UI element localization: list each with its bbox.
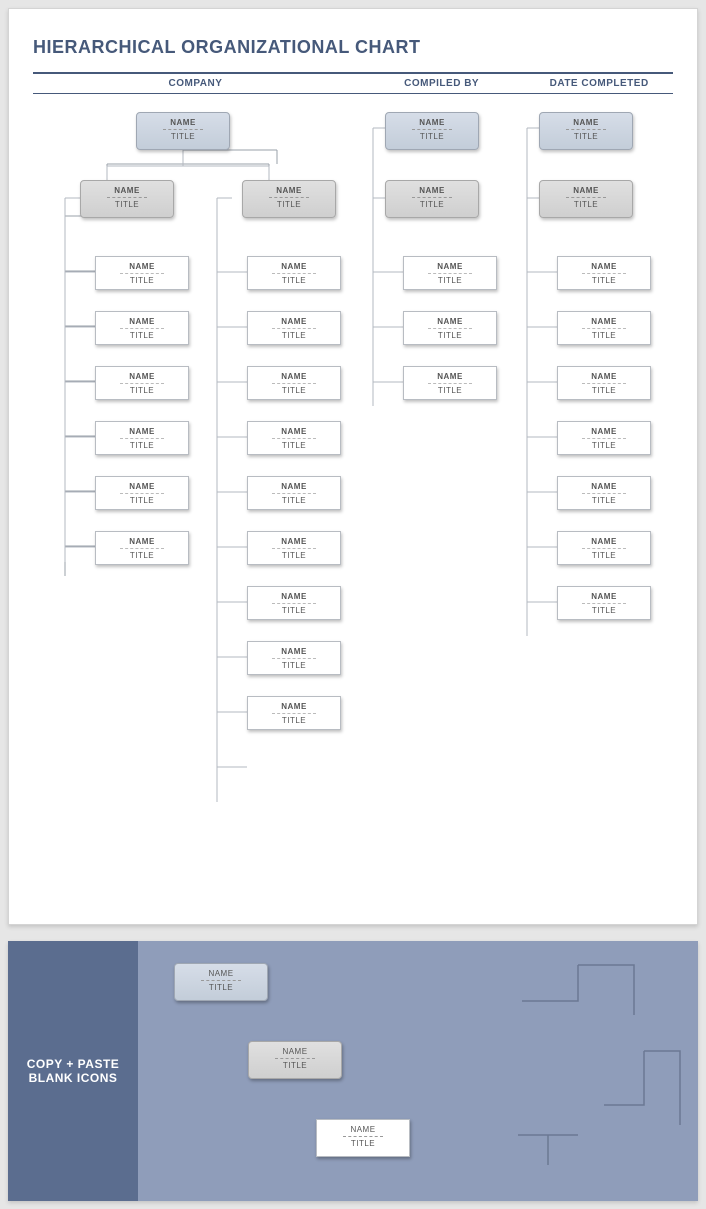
org-node[interactable]: NAMETITLE: [385, 112, 479, 150]
org-node[interactable]: NAMETITLE: [557, 531, 651, 565]
org-node[interactable]: NAMETITLE: [247, 696, 341, 730]
org-node[interactable]: NAMETITLE: [247, 311, 341, 345]
org-chart-canvas: NAMETITLE NAMETITLE NAMETITLE NAMETITLE NAME…: [33, 106, 673, 876]
org-node[interactable]: NAMETITLE: [247, 586, 341, 620]
header-row: COMPANY COMPILED BY DATE COMPLETED: [33, 72, 673, 94]
org-node[interactable]: NAMETITLE: [557, 476, 651, 510]
panel-connector-decor: [458, 955, 688, 1187]
org-node[interactable]: NAMETITLE: [557, 366, 651, 400]
org-node[interactable]: NAMETITLE: [403, 256, 497, 290]
org-node[interactable]: NAMETITLE: [95, 421, 189, 455]
blank-icons-panel: COPY + PASTE BLANK ICONS NAMETITLE NAMET…: [8, 941, 698, 1201]
header-company: COMPANY: [33, 74, 358, 93]
panel-side-label: COPY + PASTE BLANK ICONS: [8, 941, 138, 1201]
org-node[interactable]: NAMETITLE: [403, 366, 497, 400]
org-node[interactable]: NAMETITLE: [95, 366, 189, 400]
org-node[interactable]: NAMETITLE: [385, 180, 479, 218]
org-node[interactable]: NAMETITLE: [539, 180, 633, 218]
org-node[interactable]: NAMETITLE: [242, 180, 336, 218]
org-node[interactable]: NAMETITLE: [557, 586, 651, 620]
org-node[interactable]: NAMETITLE: [247, 256, 341, 290]
org-node[interactable]: NAMETITLE: [95, 531, 189, 565]
org-node[interactable]: NAMETITLE: [247, 421, 341, 455]
org-chart-sheet: HIERARCHICAL ORGANIZATIONAL CHART COMPAN…: [8, 8, 698, 925]
header-compiled: COMPILED BY: [358, 74, 525, 93]
org-node[interactable]: NAMETITLE: [95, 311, 189, 345]
org-node[interactable]: NAMETITLE: [80, 180, 174, 218]
org-node[interactable]: NAMETITLE: [557, 311, 651, 345]
org-node[interactable]: NAMETITLE: [557, 256, 651, 290]
org-node[interactable]: NAMETITLE: [95, 256, 189, 290]
panel-body: NAMETITLE NAMETITLE NAMETITLE: [138, 941, 698, 1201]
sample-node-blue[interactable]: NAMETITLE: [174, 963, 268, 1001]
org-node[interactable]: NAMETITLE: [557, 421, 651, 455]
org-node[interactable]: NAMETITLE: [95, 476, 189, 510]
org-node[interactable]: NAMETITLE: [136, 112, 230, 150]
sample-node-white[interactable]: NAMETITLE: [316, 1119, 410, 1157]
org-node[interactable]: NAMETITLE: [247, 531, 341, 565]
org-node[interactable]: NAMETITLE: [539, 112, 633, 150]
org-node[interactable]: NAMETITLE: [403, 311, 497, 345]
sample-node-gray[interactable]: NAMETITLE: [248, 1041, 342, 1079]
page-title: HIERARCHICAL ORGANIZATIONAL CHART: [33, 37, 673, 58]
org-node[interactable]: NAMETITLE: [247, 641, 341, 675]
org-node[interactable]: NAMETITLE: [247, 476, 341, 510]
org-node[interactable]: NAMETITLE: [247, 366, 341, 400]
header-date: DATE COMPLETED: [525, 74, 673, 93]
